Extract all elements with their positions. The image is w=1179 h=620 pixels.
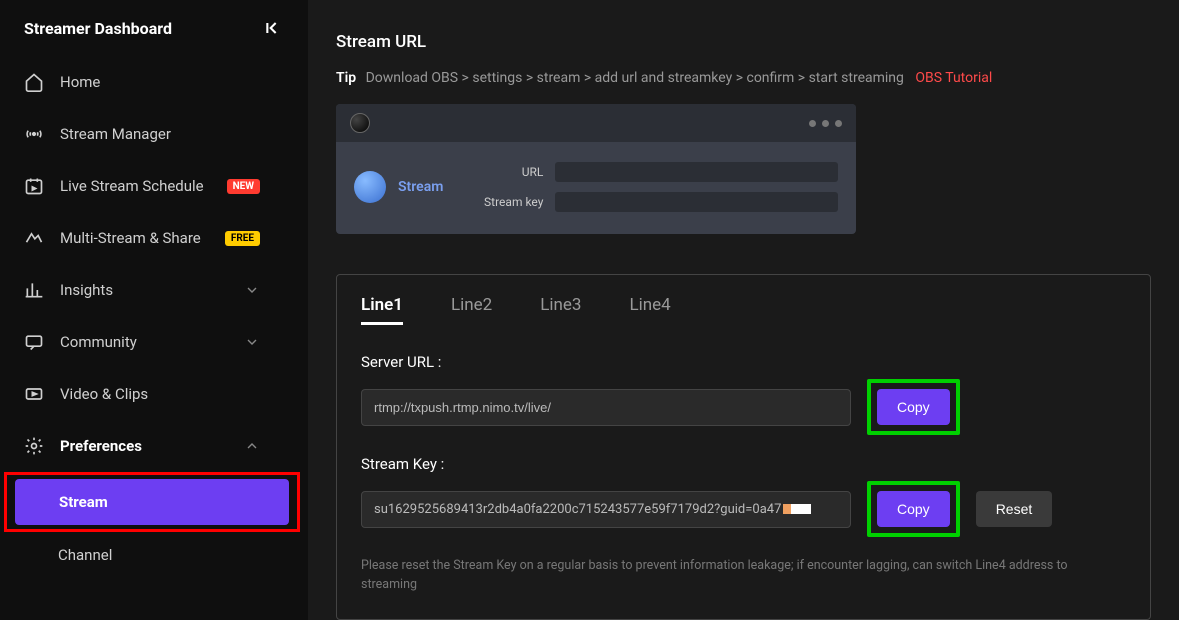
sidebar-item-label: Multi-Stream & Share — [60, 229, 209, 247]
highlight-stream: Stream — [4, 472, 300, 532]
chat-icon — [24, 332, 44, 352]
sidebar-item-schedule[interactable]: Live Stream Schedule NEW — [0, 160, 308, 212]
stream-key-note: Please reset the Stream Key on a regular… — [361, 557, 1126, 595]
obs-url-input — [555, 162, 838, 182]
broadcast-icon — [24, 124, 44, 144]
page-title: Stream URL — [336, 32, 1151, 52]
free-badge: FREE — [225, 231, 260, 246]
chevron-down-icon — [244, 334, 260, 350]
new-badge: NEW — [227, 179, 260, 194]
sidebar-item-label: Live Stream Schedule — [60, 177, 211, 195]
sidebar-item-multi[interactable]: Multi-Stream & Share FREE — [0, 212, 308, 264]
sidebar-item-label: Stream Manager — [60, 125, 284, 143]
window-dots — [809, 120, 842, 127]
sidebar-item-stream-manager[interactable]: Stream Manager — [0, 108, 308, 160]
obs-tutorial-link[interactable]: OBS Tutorial — [915, 70, 992, 86]
line-tabs: Line1 Line2 Line3 Line4 — [361, 295, 1126, 325]
home-icon — [24, 72, 44, 92]
obs-preview: Stream URL Stream key — [336, 104, 856, 234]
tab-line4[interactable]: Line4 — [629, 295, 670, 325]
chart-icon — [24, 280, 44, 300]
tab-line2[interactable]: Line2 — [451, 295, 492, 325]
obs-key-label: Stream key — [467, 195, 543, 209]
sidebar-header: Streamer Dashboard — [0, 18, 308, 56]
calendar-icon — [24, 176, 44, 196]
sidebar-subitem-stream[interactable]: Stream — [15, 479, 289, 525]
highlight-copy-key: Copy — [867, 481, 960, 537]
tip-label: Tip — [336, 70, 356, 86]
obs-titlebar — [336, 104, 856, 142]
share-icon — [24, 228, 44, 248]
sidebar-item-video[interactable]: Video & Clips — [0, 368, 308, 420]
copy-stream-key-button[interactable]: Copy — [877, 491, 950, 527]
gear-icon — [24, 436, 44, 456]
chevron-down-icon — [244, 282, 260, 298]
main-content: Stream URL Tip Download OBS > settings >… — [308, 0, 1179, 620]
masked-suffix — [783, 504, 811, 514]
sidebar-item-community[interactable]: Community — [0, 316, 308, 368]
sidebar-subitem-channel[interactable]: Channel — [0, 532, 308, 578]
obs-key-input — [555, 192, 838, 212]
sidebar-item-label: Insights — [60, 281, 228, 299]
chevron-up-icon — [244, 438, 260, 454]
video-icon — [24, 384, 44, 404]
reset-stream-key-button[interactable]: Reset — [976, 491, 1053, 527]
sidebar-item-label: Home — [60, 73, 284, 91]
line-panel: Line1 Line2 Line3 Line4 Server URL : Cop… — [336, 274, 1151, 620]
tab-line1[interactable]: Line1 — [361, 295, 403, 325]
sidebar-title: Streamer Dashboard — [24, 19, 172, 38]
sidebar-item-label: Preferences — [60, 437, 228, 455]
server-url-input[interactable] — [361, 389, 851, 426]
globe-icon — [354, 171, 386, 203]
tip-text: Download OBS > settings > stream > add u… — [366, 70, 904, 86]
sidebar: Streamer Dashboard Home Stream Manager L… — [0, 0, 308, 620]
sidebar-item-insights[interactable]: Insights — [0, 264, 308, 316]
sidebar-item-label: Video & Clips — [60, 385, 284, 403]
sidebar-item-home[interactable]: Home — [0, 56, 308, 108]
tab-line3[interactable]: Line3 — [540, 295, 581, 325]
stream-key-label: Stream Key : — [361, 455, 1126, 473]
obs-logo-icon — [350, 113, 370, 133]
highlight-copy-url: Copy — [867, 379, 960, 435]
sidebar-item-label: Community — [60, 333, 228, 351]
stream-key-input[interactable]: su1629525689413r2db4a0fa2200c715243577e5… — [361, 491, 851, 528]
obs-url-label: URL — [467, 165, 543, 179]
collapse-icon[interactable] — [264, 18, 284, 38]
server-url-label: Server URL : — [361, 353, 1126, 371]
sidebar-item-preferences[interactable]: Preferences — [0, 420, 308, 472]
obs-stream-label: Stream — [398, 179, 443, 195]
tip-line: Tip Download OBS > settings > stream > a… — [336, 70, 1151, 86]
copy-server-url-button[interactable]: Copy — [877, 389, 950, 425]
